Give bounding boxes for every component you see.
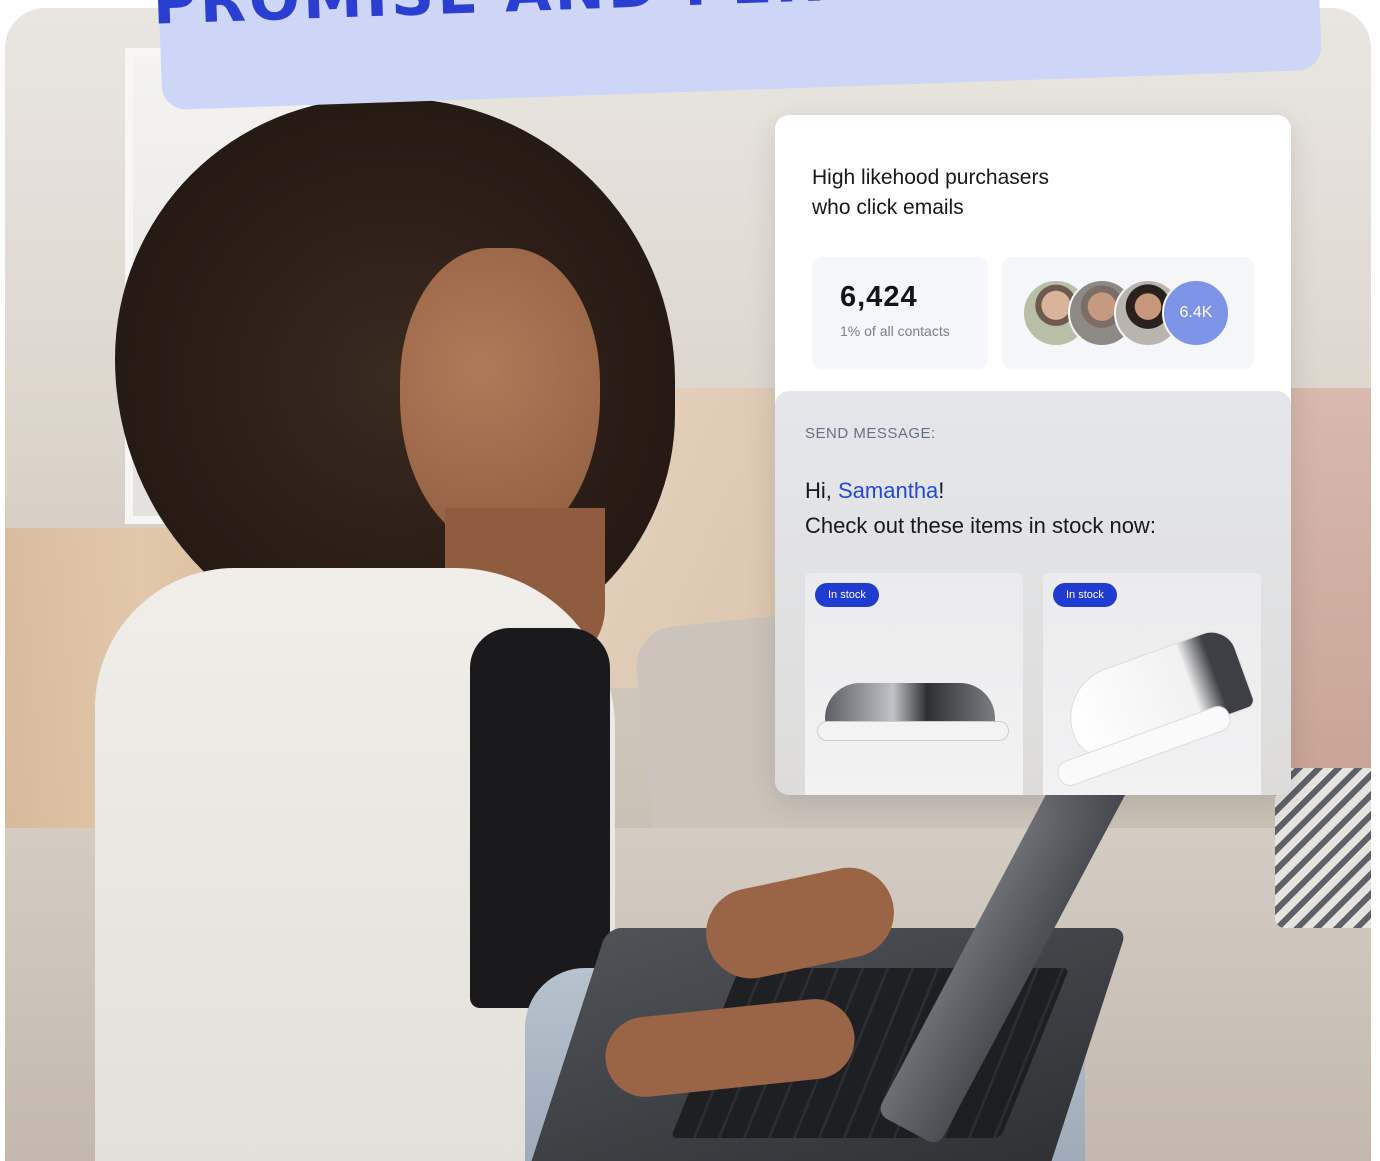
greeting-suffix: ! xyxy=(938,478,945,503)
sneaker-sole xyxy=(817,721,1009,741)
card-title-line1: High likehood purchasers xyxy=(812,166,1049,189)
in-stock-badge: In stock xyxy=(1053,583,1117,607)
audience-card: High likehood purchasers who click email… xyxy=(775,115,1291,795)
stat-value: 6,424 xyxy=(840,281,918,313)
product-card[interactable]: In stock xyxy=(805,573,1023,795)
card-title: High likehood purchasers who click email… xyxy=(812,163,1112,223)
card-title-line2: who click emails xyxy=(812,196,964,219)
avatar-count-badge: 6.4K xyxy=(1162,279,1230,347)
message-preview: SEND MESSAGE: Hi, Samantha! Check out th… xyxy=(775,391,1291,795)
in-stock-badge: In stock xyxy=(815,583,879,607)
message-body: Check out these items in stock now: xyxy=(805,513,1156,538)
contacts-stat: 6,424 1% of all contacts xyxy=(812,257,988,369)
product-card[interactable]: In stock xyxy=(1043,573,1261,795)
avatar-group: 6.4K xyxy=(1002,257,1254,369)
person-face xyxy=(400,248,600,548)
message-greeting: Hi, Samantha! xyxy=(805,478,944,504)
stat-subtitle: 1% of all contacts xyxy=(840,323,950,339)
greeting-prefix: Hi, xyxy=(805,478,838,503)
person-top xyxy=(470,628,610,1008)
recipient-name: Samantha xyxy=(838,478,939,503)
message-label: SEND MESSAGE: xyxy=(805,425,936,442)
